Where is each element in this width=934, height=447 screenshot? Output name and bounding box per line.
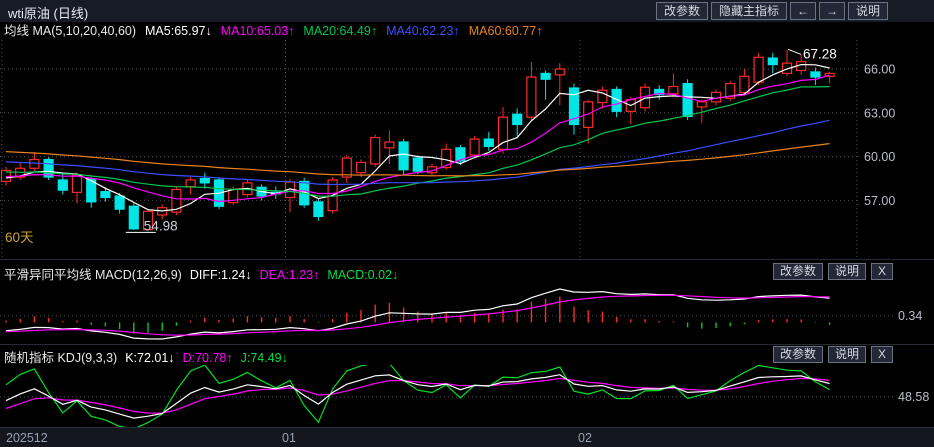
kdj-values: 随机指标 KDJ(9,3,3) K:72.01↓ D:70.78↑ J:74.49↓: [4, 347, 296, 366]
indicator-value: K:72.01↓: [125, 351, 175, 365]
indicator-value: MACD:0.02↓: [327, 268, 399, 282]
indicator-value: D:70.78↑: [182, 351, 233, 365]
candle: [71, 174, 83, 193]
indicator-value: DIFF:1.24↓: [189, 268, 252, 282]
ma40-line: [5, 119, 830, 186]
chart-application-window: { "header": { "title": "wti原油 (日线)", "bu…: [0, 0, 934, 447]
candle: [370, 137, 381, 165]
macd-change-params-button[interactable]: 改参数: [772, 263, 823, 280]
price-tick-label: 57.00: [864, 194, 895, 208]
candle: [810, 71, 821, 78]
ma-info-bar: 均线 MA(5,10,20,40,60) MA5:65.97↓ MA10:65.03…: [0, 22, 934, 40]
macd-chart-canvas[interactable]: 0.34: [0, 285, 934, 343]
candle: [767, 57, 778, 66]
chart-title: wti原油 (日线): [8, 6, 89, 21]
j-line: [5, 365, 830, 427]
kdj-axis-label: 48.58: [898, 390, 929, 404]
topbar-buttons: 改参数 隐藏主指标 ← → 说明: [655, 2, 888, 20]
candle: [185, 179, 196, 188]
candle: [128, 205, 139, 230]
d-line: [5, 377, 830, 414]
candle: [398, 141, 409, 171]
candle: [199, 177, 210, 184]
kdj-chart-canvas[interactable]: 48.58: [0, 365, 934, 427]
k-line: [5, 374, 830, 419]
candle: [540, 72, 551, 80]
macd-histogram: [5, 296, 831, 334]
indicator-value: MA5:65.97↓: [145, 24, 212, 38]
hide-main-indicator-button[interactable]: 隐藏主指标: [710, 2, 787, 20]
price-tick-label: 60.00: [864, 150, 895, 164]
candle: [753, 56, 764, 83]
candle: [696, 101, 707, 108]
kdj-buttons: 改参数 说明 X: [772, 346, 893, 363]
candle: [412, 157, 423, 172]
indicator-value: MA20:64.49↑: [303, 24, 378, 38]
prev-arrow-button[interactable]: ←: [789, 2, 816, 20]
indicator-value: MA10:65.03↑: [220, 24, 295, 38]
time-axis: 202512 01 02: [0, 427, 934, 447]
macd-values: 平滑异同平均线 MACD(12,26,9) DIFF:1.24↓ DEA:1.23↑…: [4, 264, 406, 283]
x-axis-label: 01: [282, 431, 296, 445]
title-bar: wti原油 (日线) 改参数 隐藏主指标 ← → 说明: [0, 0, 934, 23]
candle: [384, 141, 395, 149]
indicator-value: 平滑异同平均线 MACD(12,26,9): [4, 268, 182, 282]
candle: [483, 138, 494, 147]
macd-close-button[interactable]: X: [870, 263, 893, 280]
macd-header: 平滑异同平均线 MACD(12,26,9) DIFF:1.24↓ DEA:1.23↑…: [0, 259, 934, 286]
x-axis-label: 202512: [6, 431, 48, 445]
main-chart-canvas[interactable]: 66.00 63.00 60.00 57.00 54.98 67.28 60天: [0, 40, 934, 258]
kdj-header: 随机指标 KDJ(9,3,3) K:72.01↓ D:70.78↑ J:74.49↓ …: [0, 344, 934, 366]
candle: [313, 201, 324, 218]
x-axis-label: 02: [578, 431, 592, 445]
macd-buttons: 改参数 说明 X: [772, 263, 893, 280]
help-button[interactable]: 说明: [847, 2, 888, 20]
ma-lines: [5, 63, 830, 212]
ma5-line: [5, 63, 830, 212]
candle: [355, 161, 367, 174]
indicator-value: DEA:1.23↑: [259, 268, 320, 282]
range-label: 60天: [5, 230, 34, 245]
kdj-help-button[interactable]: 说明: [827, 346, 866, 363]
indicator-value: 随机指标 KDJ(9,3,3): [4, 351, 118, 365]
candle: [710, 91, 722, 103]
candle: [114, 195, 125, 210]
candle: [668, 85, 679, 95]
candlesticks: [0, 50, 835, 231]
indicator-value: MA40:62.23↑: [386, 24, 460, 38]
kdj-change-params-button[interactable]: 改参数: [772, 346, 823, 363]
price-tick-label: 66.00: [864, 63, 895, 77]
low-price-label: 54.98: [144, 218, 178, 233]
indicator-value: MA60:60.77↑: [468, 24, 543, 38]
candle: [554, 68, 565, 76]
indicator-value: J:74.49↓: [240, 351, 288, 365]
candle: [100, 191, 111, 199]
candle: [29, 158, 40, 169]
candle: [512, 113, 523, 126]
candle: [526, 76, 537, 118]
indicator-value: 均线 MA(5,10,20,40,60): [4, 24, 137, 38]
candle: [57, 179, 68, 191]
main-grid: [0, 40, 858, 258]
candle: [469, 138, 480, 156]
candle: [739, 75, 750, 93]
candle: [682, 82, 693, 118]
next-arrow-button[interactable]: →: [818, 2, 845, 20]
high-price-label: 67.28: [803, 46, 837, 61]
high-marker-line: [787, 48, 802, 55]
kdj-close-button[interactable]: X: [870, 346, 893, 363]
macd-axis-label: 0.34: [898, 309, 922, 323]
price-tick-label: 63.00: [864, 106, 895, 120]
macd-help-button[interactable]: 说明: [827, 263, 866, 280]
change-params-button[interactable]: 改参数: [655, 2, 708, 20]
